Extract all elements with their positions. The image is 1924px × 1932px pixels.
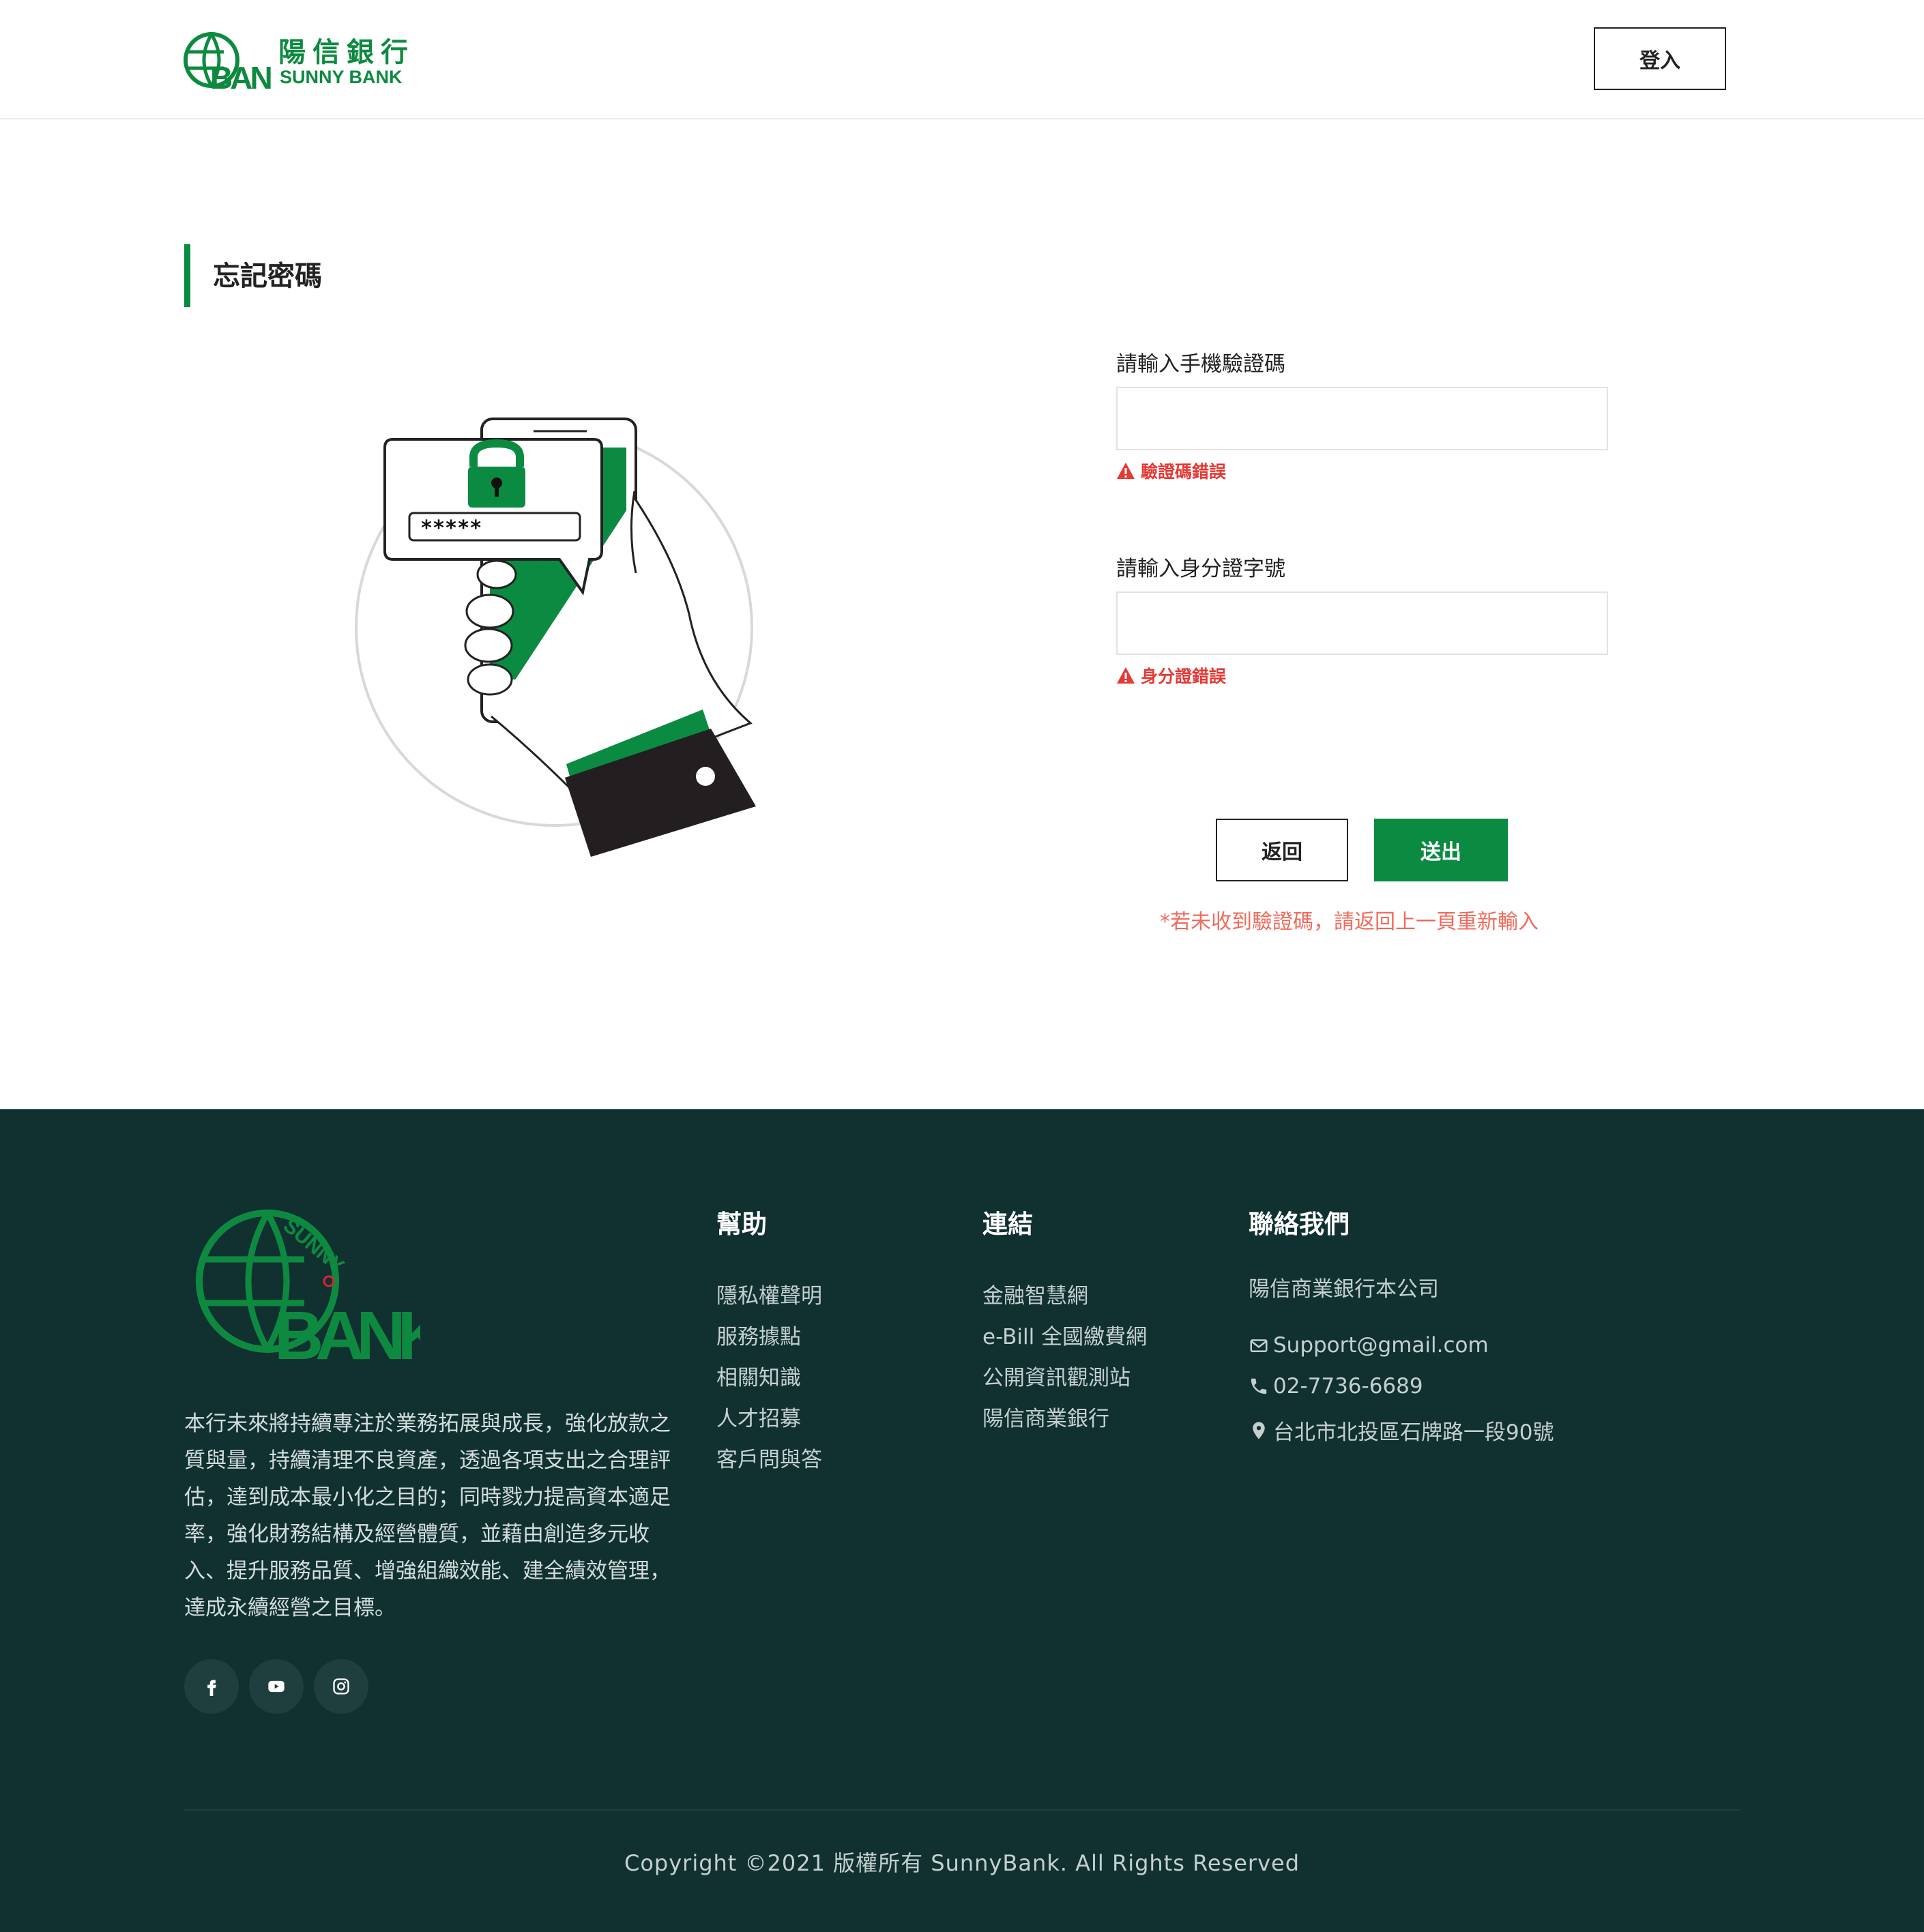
resend-notice: *若未收到驗證碼，請返回上一頁重新輸入 [1160, 910, 1539, 934]
footer-email-text[interactable]: Support@gmail.com [1273, 1333, 1489, 1358]
warning-icon [1117, 463, 1135, 479]
id-number-error-text: 身分證錯誤 [1141, 667, 1227, 686]
site-header: BANK 陽信銀行 SUNNY BANK 登入 [0, 0, 1924, 119]
id-number-error: 身分證錯誤 [1116, 663, 1226, 688]
submit-button[interactable]: 送出 [1374, 819, 1508, 881]
footer-link-privacy[interactable]: 隱私權聲明 [716, 1278, 822, 1309]
youtube-icon [268, 1680, 285, 1693]
copyright-text: Copyright ©2021 版權所有 SunnyBank. All Righ… [624, 1850, 1300, 1876]
footer-address-text: 台北市北投區石牌路一段90號 [1273, 1420, 1554, 1445]
footer-link-ebill[interactable]: e-Bill 全國繳費網 [982, 1319, 1147, 1350]
footer-logo-letters: BANK [274, 1298, 420, 1366]
page-title: 忘記密碼 [213, 261, 322, 292]
sms-code-label: 請輸入手機驗證碼 [1116, 352, 1285, 377]
sms-code-error-text: 驗證碼錯誤 [1141, 462, 1227, 482]
footer-company-text: 陽信商業銀行本公司 [1249, 1277, 1439, 1302]
warning-icon [1117, 667, 1135, 684]
map-marker-icon [1253, 1422, 1265, 1439]
footer-phone[interactable]: 02-7736-6689 [1249, 1374, 1423, 1399]
site-footer: SUNNY BANK 本行未來將持續專注於業務拓展與成長，強化放款之質與量，持續… [0, 1109, 1924, 1932]
envelope-icon [1250, 1339, 1268, 1352]
footer-link-faq[interactable]: 客戶問與答 [716, 1442, 822, 1473]
footer-help-heading: 幫助 [716, 1210, 767, 1239]
footer-address: 台北市北投區石牌路一段90號 [1249, 1415, 1554, 1446]
footer-company: 陽信商業銀行本公司 [1249, 1272, 1439, 1302]
footer-email[interactable]: Support@gmail.com [1249, 1333, 1489, 1358]
footer-links-heading: 連結 [982, 1210, 1033, 1239]
phone-icon [1251, 1378, 1267, 1394]
login-button[interactable]: 登入 [1594, 27, 1726, 90]
sms-code-error: 驗證碼錯誤 [1116, 458, 1226, 483]
footer-logo-arc-text: SUNNY [279, 1214, 349, 1278]
back-button[interactable]: 返回 [1216, 819, 1348, 881]
title-accent-bar [184, 244, 190, 307]
footer-phone-text[interactable]: 02-7736-6689 [1273, 1374, 1423, 1399]
facebook-icon [207, 1680, 216, 1696]
footer-link-mops[interactable]: 公開資訊觀測站 [982, 1360, 1131, 1391]
brand-name-cn: 陽信銀行 [278, 36, 415, 68]
footer-about-text: 本行未來將持續專注於業務拓展與成長，強化放款之質與量，持續清理不良資產，透過各項… [184, 1411, 671, 1620]
sms-code-input[interactable] [1116, 387, 1608, 450]
footer-logo: SUNNY BANK [196, 1210, 420, 1366]
brand-logo[interactable]: BANK 陽信銀行 SUNNY BANK [183, 27, 415, 93]
id-number-label: 請輸入身分證字號 [1116, 557, 1285, 581]
instagram-icon [333, 1678, 349, 1695]
footer-link-sunnybank[interactable]: 陽信商業銀行 [982, 1401, 1109, 1432]
instagram-button[interactable] [314, 1659, 368, 1714]
footer-link-locations[interactable]: 服務據點 [716, 1319, 801, 1350]
id-number-input[interactable] [1116, 591, 1608, 655]
facebook-button[interactable] [184, 1659, 239, 1714]
footer-divider [184, 1809, 1740, 1811]
phone-password-illustration: ***** [355, 418, 756, 857]
footer-link-fintech[interactable]: 金融智慧網 [982, 1278, 1088, 1309]
brand-name-en: SUNNY BANK [280, 67, 403, 87]
youtube-button[interactable] [249, 1659, 304, 1714]
globe-logo-icon: BANK [184, 32, 272, 93]
footer-link-knowledge[interactable]: 相關知識 [716, 1360, 801, 1391]
svg-text:BANK: BANK [210, 60, 272, 93]
illustration-password-text: ***** [420, 516, 482, 540]
footer-link-careers[interactable]: 人才招募 [716, 1401, 801, 1432]
footer-contact-heading: 聯絡我們 [1249, 1210, 1350, 1239]
